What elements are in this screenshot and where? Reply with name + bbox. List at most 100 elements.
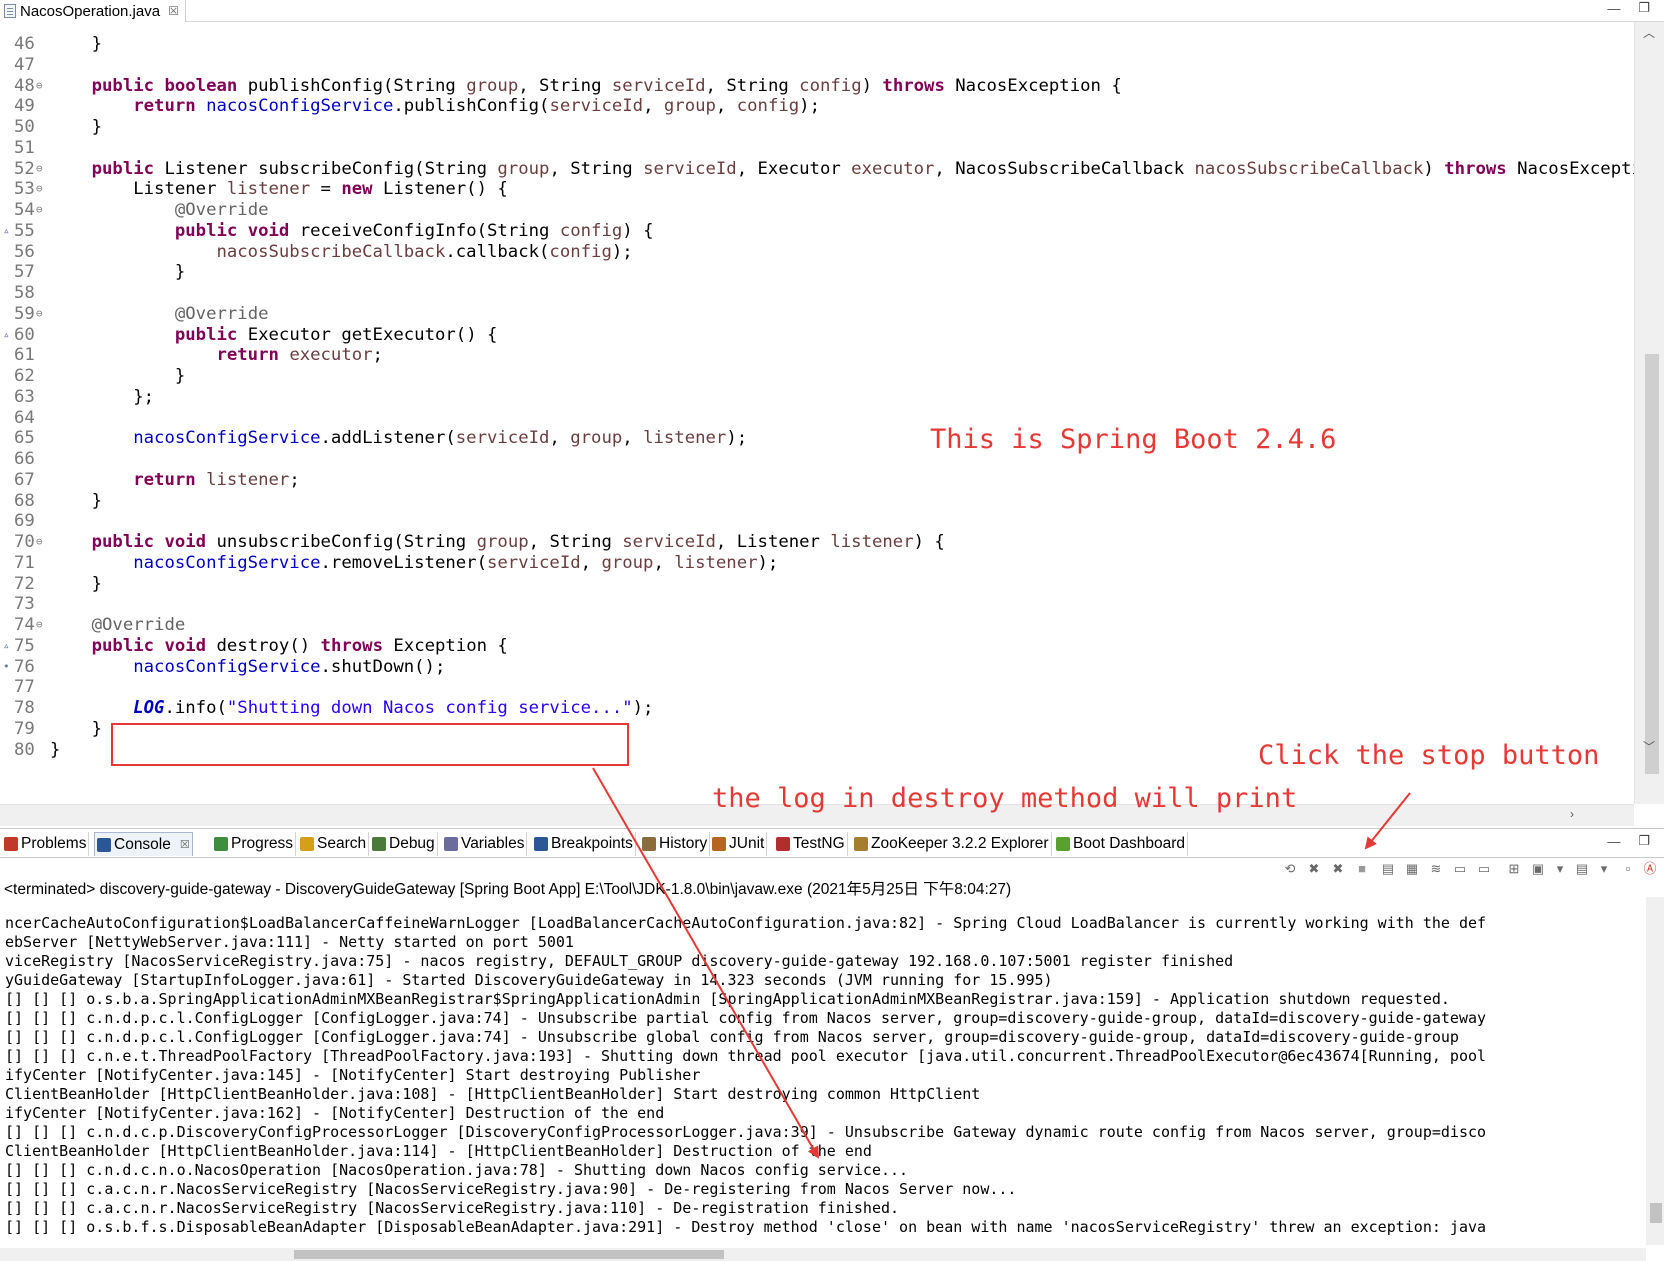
tab-testng[interactable]: TestNG [774,832,848,856]
minimize-icon[interactable]: — [1607,834,1620,849]
code-line[interactable]: 47 [0,54,1634,76]
tab-boot-dashboard[interactable]: Boot Dashboard [1054,832,1189,856]
scrollbar-thumb[interactable] [1645,354,1659,774]
tab-zookeeper-3-2-2-explorer[interactable]: ZooKeeper 3.2.2 Explorer [852,832,1052,856]
tab-problems[interactable]: Problems [2,832,90,856]
code-line[interactable]: 66 [0,448,1634,470]
java-file-icon [4,4,16,18]
code-line[interactable]: 75 ▵ public void destroy() throws Excepti… [0,635,1634,657]
tab-junit[interactable]: JUnit [710,832,768,856]
minimize-icon[interactable]: — [1607,1,1620,16]
tab-label: Search [317,835,367,852]
tab-variables[interactable]: Variables [442,832,528,856]
maximize-icon[interactable]: ❐ [1638,833,1650,849]
line-number: 65 [14,428,35,449]
show-stdout-icon[interactable]: ▭ [1452,861,1468,877]
code-line[interactable]: 74 ⊖ @Override [0,614,1634,636]
code-line[interactable]: 49 return nacosConfigService.publishConf… [0,95,1634,117]
open-console-icon[interactable]: ▤ [1574,861,1590,877]
dropdown-icon[interactable]: ▾ [1552,861,1568,877]
code-line[interactable]: 65 nacosConfigService.addListener(servic… [0,427,1634,449]
code-line[interactable]: 76 • nacosConfigService.shutDown(); [0,656,1634,678]
tab-history[interactable]: History [640,832,711,856]
code-line[interactable]: 53 ⊖ Listener listener = new Listener() { [0,178,1634,200]
close-icon[interactable]: ☒ [180,838,190,851]
code-text-area[interactable]: 46 } 47 48 ⊖ public boolean publishConfig(S… [0,22,1634,804]
code-line[interactable]: 71 nacosConfigService.removeListener(ser… [0,552,1634,574]
fold-toggle-icon[interactable]: ⊖ [36,158,43,180]
console-line: [] [] [] c.n.d.c.n.o.NacosOperation [Nac… [5,1161,909,1179]
console-horizontal-scrollbar[interactable] [0,1248,1646,1261]
console-line: [] [] [] c.a.c.n.r.NacosServiceRegistry … [5,1199,900,1217]
fold-toggle-icon[interactable]: ⊖ [36,178,43,200]
scroll-right-icon[interactable]: › [1570,807,1574,821]
tab-search[interactable]: Search [298,832,370,856]
code-line[interactable]: 78 LOG.info("Shutting down Nacos config … [0,697,1634,719]
code-line[interactable]: 62 } [0,365,1634,387]
tab-progress[interactable]: Progress [212,832,297,856]
code-line[interactable]: 56 nacosSubscribeCallback.callback(confi… [0,241,1634,263]
remove-all-terminated-icon[interactable]: ✖ [1330,861,1346,877]
code-text: Listener listener = new Listener() { [50,179,508,200]
maximize-icon[interactable]: Ⓐ [1642,861,1658,877]
scrollbar-thumb[interactable] [294,1250,724,1259]
tab-label: ZooKeeper 3.2.2 Explorer [871,835,1049,852]
code-line[interactable]: 48 ⊖ public boolean publishConfig(String … [0,75,1634,97]
zookeeper-icon [854,837,868,851]
code-line[interactable]: 50 } [0,116,1634,138]
code-line[interactable]: 72 } [0,573,1634,595]
code-line[interactable]: 57 } [0,261,1634,283]
code-line[interactable]: 77 [0,676,1634,698]
fold-toggle-icon[interactable]: ⊖ [36,531,43,553]
fold-toggle-icon[interactable]: ⊖ [36,199,43,221]
scrollbar-thumb[interactable] [1650,1203,1662,1223]
code-line[interactable]: 63 }; [0,386,1634,408]
pin-icon[interactable]: ⟲ [1282,861,1298,877]
code-line[interactable]: 59 ⊖ @Override [0,303,1634,325]
console-vertical-scrollbar[interactable] [1646,897,1664,1245]
code-line[interactable]: 60 ▵ public Executor getExecutor() { [0,324,1634,346]
terminate-icon[interactable]: ✖ [1306,861,1322,877]
close-icon[interactable]: ☒ [168,4,179,18]
fold-toggle-icon[interactable]: ⊖ [36,303,43,325]
minimize-icon[interactable]: ▫ [1620,861,1636,877]
maximize-icon[interactable]: ❐ [1638,0,1650,16]
fold-toggle-icon[interactable]: ⊖ [36,614,43,636]
code-line[interactable]: 58 [0,282,1634,304]
code-line[interactable]: 69 [0,510,1634,532]
display-selected-console-icon[interactable]: ▣ [1530,861,1546,877]
code-line[interactable]: 61 return executor; [0,344,1634,366]
editor-tab-nacos-operation[interactable]: NacosOperation.java ☒ [0,0,186,22]
tab-console[interactable]: Console ☒ [94,832,193,856]
code-line[interactable]: 64 [0,407,1634,429]
clear-console-icon[interactable]: ▤ [1380,861,1396,877]
stop-icon[interactable]: ■ [1354,861,1370,877]
scroll-up-icon[interactable]: ︿ [1643,24,1655,41]
code-line[interactable]: 52 ⊖ public Listener subscribeConfig(Stri… [0,158,1634,180]
code-line[interactable]: 73 [0,593,1634,615]
scroll-lock-icon[interactable]: ▦ [1404,861,1420,877]
console-line: ifyCenter [NotifyCenter.java:162] - [Not… [5,1104,665,1122]
fold-toggle-icon[interactable]: ⊖ [36,75,43,97]
code-line[interactable]: 68 } [0,490,1634,512]
line-number: 66 [14,449,35,469]
code-line[interactable]: 51 [0,137,1634,159]
tab-breakpoints[interactable]: Breakpoints [532,832,636,856]
code-text: nacosConfigService.addListener(serviceId… [133,428,748,449]
code-line[interactable]: 46 } [0,33,1634,55]
console-output[interactable]: ncerCacheAutoConfiguration$LoadBalancerC… [0,897,1646,1245]
code-line[interactable]: 70 ⊖ public void unsubscribeConfig(String… [0,531,1634,553]
show-stderr-icon[interactable]: ▭ [1476,861,1492,877]
code-editor[interactable]: NacosOperation.java ☒ — ❐ 46 } 47 48 ⊖ publ… [0,0,1664,826]
pin-console-icon[interactable]: ⊞ [1506,861,1522,877]
code-line[interactable]: 54 ⊖ @Override [0,199,1634,221]
line-number: 68 [14,490,35,511]
scroll-down-icon[interactable]: ﹀ [1643,738,1655,755]
dropdown-icon[interactable]: ▾ [1596,861,1612,877]
code-line[interactable]: 55 ▵ public void receiveConfigInfo(String… [0,220,1634,242]
tab-debug[interactable]: Debug [370,832,438,856]
editor-vertical-scrollbar[interactable]: ︿ ﹀ [1634,22,1664,804]
word-wrap-icon[interactable]: ≋ [1428,861,1444,877]
code-line[interactable]: 67 return listener; [0,469,1634,491]
breakpoints-icon [534,837,548,851]
